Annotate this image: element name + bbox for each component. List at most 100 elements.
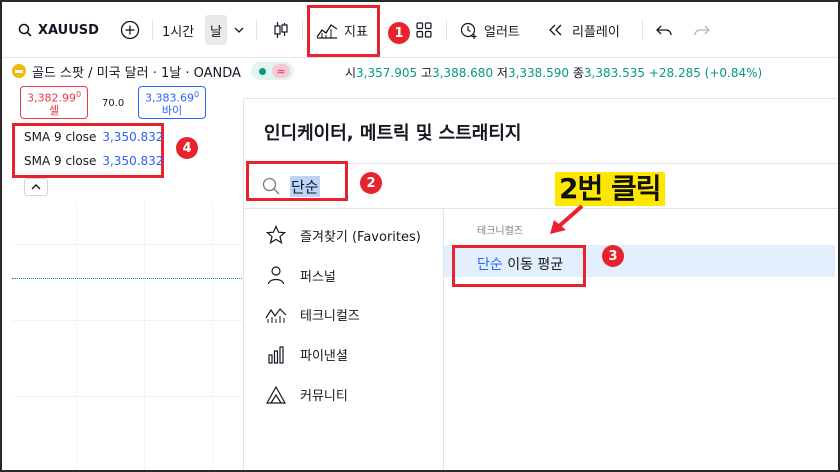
top-toolbar: XAUUSD 1시간 날 지표 얼러트 리플레이: [2, 2, 838, 58]
buy-price: 3,383.69: [144, 91, 194, 105]
symbol-legend: 골드 스팟 / 미국 달러 · 1날 · OANDA ≈: [12, 61, 294, 81]
low-label: 저: [496, 66, 508, 80]
step-badge-3: 3: [602, 245, 624, 267]
grid-line: [212, 202, 213, 470]
step-badge-4: 4: [176, 137, 198, 159]
close-value: 3,383.535: [583, 66, 645, 80]
section-label: 테크니컬즈: [477, 226, 523, 237]
market-status[interactable]: ≈: [250, 62, 294, 80]
change-value: +28.285 (+0.84%): [648, 66, 763, 80]
spread-value: 70.0: [102, 98, 125, 109]
buy-label: 바이: [161, 104, 183, 118]
sell-label: 셀: [48, 104, 60, 118]
low-value: 3,338.590: [507, 66, 570, 80]
replay-button[interactable]: 리플레이: [548, 15, 620, 45]
step-badge-2: 2: [360, 172, 382, 194]
sma-name: SMA 9 close: [24, 154, 97, 168]
indicators-dialog: 인디케이터, 메트릭 및 스트래티지 단순 즐겨찾기 (Favorites) 퍼…: [243, 98, 838, 470]
high-label: 고: [420, 66, 432, 80]
grid-line: [12, 244, 244, 245]
dialog-title: 인디케이터, 메트릭 및 스트래티지: [264, 123, 522, 144]
category-label: 즐겨찾기 (Favorites): [300, 229, 421, 245]
technicals-icon: [264, 306, 288, 324]
grid-line: [76, 202, 77, 470]
redo-button[interactable]: [692, 15, 712, 45]
open-value: 3,357.905: [356, 66, 418, 80]
symbol-title[interactable]: 골드 스팟 / 미국 달러 · 1날 · OANDA: [32, 62, 241, 81]
category-financials[interactable]: 파이낸셜: [264, 345, 348, 364]
sma-value: 3,350.832: [102, 130, 164, 144]
redo-icon: [694, 25, 710, 36]
grid-line: [144, 202, 145, 470]
interval-button[interactable]: 1시간: [162, 15, 194, 45]
chevron-up-icon: [31, 184, 41, 190]
app-frame: XAUUSD 1시간 날 지표 얼러트 리플레이 골드 스팟 / 미국 달러 ·…: [0, 0, 840, 472]
close-label: 종: [572, 66, 584, 80]
market-open-dot-icon: [258, 67, 266, 75]
star-icon: [264, 225, 288, 245]
financials-icon: [264, 345, 288, 364]
rewind-icon: [549, 24, 562, 36]
sma-legend: SMA 9 close 3,350.832 SMA 9 close 3,350.83…: [12, 123, 164, 178]
sell-button[interactable]: 3,382.990 셀: [20, 86, 88, 119]
price-line: [12, 278, 244, 279]
alert-label: 얼러트: [484, 24, 520, 40]
highlight-box-search: [246, 161, 348, 201]
toolbar-divider: [302, 20, 303, 40]
toolbar-divider: [446, 20, 447, 40]
person-icon: [264, 265, 288, 285]
symbol-label: XAUUSD: [38, 22, 99, 38]
chevron-down-icon: [234, 27, 244, 33]
interval-day-option[interactable]: 날: [205, 15, 227, 45]
gold-coin-icon: [12, 64, 26, 78]
interval-dropdown-button[interactable]: [232, 15, 246, 45]
sma-value: 3,350.832: [102, 154, 164, 168]
add-symbol-button[interactable]: [118, 15, 142, 45]
symbol-search-button[interactable]: XAUUSD: [18, 15, 99, 45]
category-label: 파이낸셜: [300, 349, 348, 364]
highlight-box-result: [452, 245, 586, 287]
replay-label: 리플레이: [572, 24, 620, 40]
sell-price-sup: 0: [75, 89, 82, 99]
toolbar-divider: [642, 20, 643, 40]
sma-name: SMA 9 close: [24, 130, 97, 144]
alert-button[interactable]: 얼러트: [460, 15, 520, 45]
chart-area[interactable]: [12, 202, 244, 470]
undo-button[interactable]: [654, 15, 674, 45]
callout-arrow-icon: [550, 204, 584, 234]
category-sidebar: 즐겨찾기 (Favorites) 퍼스널 테크니컬즈 파이낸셜 커뮤니티: [244, 209, 444, 470]
category-label: 퍼스널: [300, 269, 336, 285]
sell-price: 3,382.99: [26, 91, 76, 105]
sma-legend-row[interactable]: SMA 9 close 3,350.832: [24, 130, 163, 144]
buy-price-sup: 0: [193, 89, 200, 99]
plus-circle-icon: [120, 20, 140, 40]
ohlc-values: 시3,357.905 고3,388.680 저3,338.590 종3,383.…: [345, 64, 762, 81]
grid-line: [12, 320, 244, 321]
category-personal[interactable]: 퍼스널: [264, 265, 336, 285]
data-delay-icon: ≈: [271, 64, 290, 78]
chart-type-button[interactable]: [270, 15, 292, 45]
toolbar-divider: [152, 20, 153, 40]
click-callout: 2번 클릭: [555, 172, 665, 206]
buy-button[interactable]: 3,383.690 바이: [138, 86, 206, 119]
search-icon: [18, 23, 38, 37]
community-icon: [264, 385, 288, 404]
alarm-clock-icon: [460, 22, 477, 39]
sma-legend-row[interactable]: SMA 9 close 3,350.832: [24, 154, 163, 168]
category-favorites[interactable]: 즐겨찾기 (Favorites): [264, 225, 421, 245]
undo-icon: [656, 25, 672, 36]
candlestick-icon: [274, 22, 288, 38]
collapse-legend-button[interactable]: [24, 178, 48, 196]
category-label: 커뮤니티: [300, 389, 348, 404]
category-community[interactable]: 커뮤니티: [264, 385, 348, 404]
toolbar-divider: [256, 20, 257, 40]
category-label: 테크니컬즈: [300, 309, 360, 324]
category-technicals[interactable]: 테크니컬즈: [264, 305, 360, 324]
grid-line: [12, 396, 244, 397]
step-badge-1: 1: [388, 22, 410, 44]
high-value: 3,388.680: [432, 66, 494, 80]
open-label: 시: [345, 66, 357, 80]
grid-icon: [416, 22, 432, 38]
layouts-button[interactable]: [413, 15, 435, 45]
highlight-box-indicators: [307, 5, 380, 57]
